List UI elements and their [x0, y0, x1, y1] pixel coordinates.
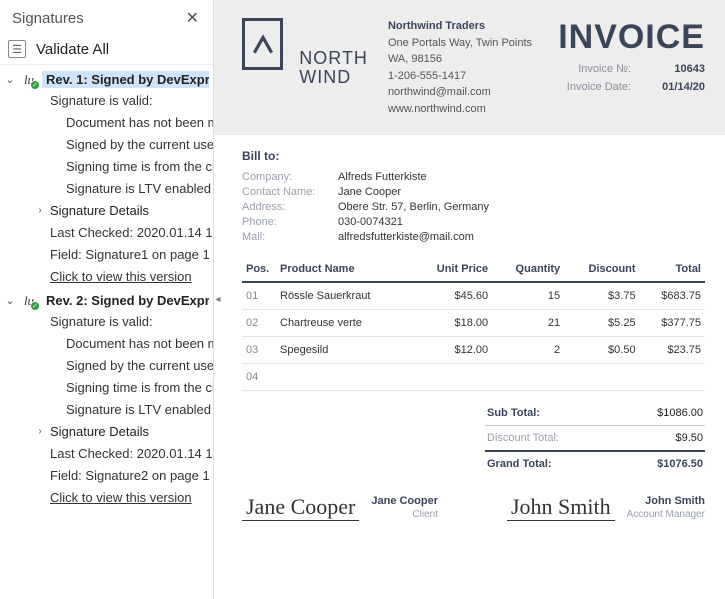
company-phone: 1-206-555-1417: [388, 68, 542, 85]
col-name: Product Name: [276, 257, 411, 282]
signature-field-label: Field: Signature2 on page 1: [0, 465, 213, 487]
col-disc: Discount: [564, 257, 639, 282]
close-icon[interactable]: ✕: [182, 6, 203, 30]
company-web: www.northwind.com: [388, 101, 542, 118]
bill-contact-label: Contact Name:: [242, 186, 338, 198]
document-viewer: ◂ NORTHWIND Northwind Traders One Portal…: [214, 0, 725, 599]
signature-detail-line: Document has not been m: [0, 112, 213, 134]
view-version-link[interactable]: Click to view this version: [0, 487, 213, 509]
bill-phone: 030-0074321: [338, 216, 705, 228]
chevron-right-icon: ›: [34, 200, 46, 222]
bill-mail: alfredsfutterkiste@mail.com: [338, 231, 705, 243]
revision-row[interactable]: ⌄ lu✓ Rev. 1: Signed by DevExpress: [0, 69, 213, 90]
manager-signature: John Smith John Smith Account Manager: [489, 494, 706, 521]
company-logo-icon: [242, 18, 283, 70]
signature-detail-line: Document has not been m: [0, 333, 213, 355]
col-pos: Pos.: [242, 257, 276, 282]
signature-details-toggle[interactable]: › Signature Details: [0, 421, 213, 443]
validate-all-button[interactable]: ☰ Validate All: [0, 34, 213, 65]
grandtotal-label: Grand Total:: [487, 458, 552, 470]
invoice-no: 10643: [649, 61, 705, 79]
invoice-no-label: Invoice №:: [578, 63, 631, 75]
line-items-table: Pos. Product Name Unit Price Quantity Di…: [242, 257, 705, 391]
signature-valid-label: Signature is valid:: [0, 311, 213, 333]
signature-valid-label: Signature is valid:: [0, 90, 213, 112]
bill-address: Obere Str. 57, Berlin, Germany: [338, 201, 705, 213]
col-unit: Unit Price: [411, 257, 492, 282]
validate-list-icon: ☰: [8, 40, 26, 58]
client-signature: Jane Cooper Jane Cooper Client: [242, 494, 459, 521]
view-version-link[interactable]: Click to view this version: [0, 266, 213, 288]
bill-address-label: Address:: [242, 201, 338, 213]
brand-name: NORTHWIND: [299, 49, 368, 87]
bill-contact: Jane Cooper: [338, 186, 705, 198]
revision-title[interactable]: Rev. 1: Signed by DevExpress: [42, 71, 209, 88]
subtotal-label: Sub Total:: [487, 407, 540, 419]
bill-mail-label: Mail:: [242, 231, 338, 243]
bill-company: Alfreds Futterkiste: [338, 171, 705, 183]
table-row: 04: [242, 364, 705, 391]
signature-glyph: John Smith: [507, 494, 615, 521]
subtotal-value: $1086.00: [657, 407, 703, 419]
signatures-panel: Signatures ✕ ☰ Validate All ⌄ lu✓ Rev. 1…: [0, 0, 214, 599]
chevron-down-icon[interactable]: ⌄: [4, 294, 16, 307]
company-email: northwind@mail.com: [388, 84, 542, 101]
signature-details-toggle[interactable]: › Signature Details: [0, 200, 213, 222]
bill-company-label: Company:: [242, 171, 338, 183]
totals-block: Sub Total:$1086.00 Discount Total:$9.50 …: [485, 401, 705, 476]
signature-valid-icon: lu✓: [20, 293, 38, 309]
company-name: Northwind Traders: [388, 18, 542, 35]
col-total: Total: [640, 257, 705, 282]
signature-detail-line: Signed by the current user: [0, 355, 213, 377]
signature-detail-line: Signature is LTV enabled: [0, 178, 213, 200]
bill-phone-label: Phone:: [242, 216, 338, 228]
invoice-date: 01/14/20: [649, 79, 705, 97]
table-row: 02 Chartreuse verte $18.00 21 $5.25 $377…: [242, 310, 705, 337]
signer-role: Account Manager: [627, 508, 705, 521]
last-checked-label: Last Checked: 2020.01.14 14:5: [0, 443, 213, 465]
last-checked-label: Last Checked: 2020.01.14 15:0: [0, 222, 213, 244]
discount-value: $9.50: [675, 432, 703, 444]
signature-detail-line: Signing time is from the cl: [0, 377, 213, 399]
signature-details-label: Signature Details: [50, 421, 149, 443]
signer-name: Jane Cooper: [371, 494, 438, 508]
table-row: 01 Rössle Sauerkraut $45.60 15 $3.75 $68…: [242, 282, 705, 310]
validate-all-label: Validate All: [36, 41, 109, 58]
signature-valid-icon: lu✓: [20, 72, 38, 88]
invoice-title: INVOICE: [558, 18, 705, 57]
document-body: Bill to: Company: Alfreds Futterkiste Co…: [214, 135, 725, 599]
signature-detail-line: Signature is LTV enabled: [0, 399, 213, 421]
document-header: NORTHWIND Northwind Traders One Portals …: [214, 0, 725, 135]
panel-collapse-handle[interactable]: ◂: [214, 286, 222, 314]
signature-detail-line: Signing time is from the cl: [0, 156, 213, 178]
signature-detail-line: Signed by the current user: [0, 134, 213, 156]
signature-glyph: Jane Cooper: [242, 494, 359, 521]
signatures-row: Jane Cooper Jane Cooper Client John Smit…: [242, 494, 705, 521]
grandtotal-value: $1076.50: [657, 458, 703, 470]
revision-row[interactable]: ⌄ lu✓ Rev. 2: Signed by DevExpress: [0, 290, 213, 311]
col-qty: Quantity: [492, 257, 564, 282]
revision-title[interactable]: Rev. 2: Signed by DevExpress: [42, 292, 209, 309]
panel-title: Signatures: [12, 10, 84, 27]
invoice-block: INVOICE Invoice №: 10643 Invoice Date: 01/…: [558, 18, 705, 96]
signature-details-label: Signature Details: [50, 200, 149, 222]
signer-name: John Smith: [627, 494, 705, 508]
signature-tree: ⌄ lu✓ Rev. 1: Signed by DevExpress Signa…: [0, 65, 213, 599]
invoice-date-label: Invoice Date:: [567, 81, 631, 93]
bill-to-heading: Bill to:: [242, 149, 705, 163]
company-address: One Portals Way, Twin Points WA, 98156: [388, 35, 542, 68]
signer-role: Client: [371, 508, 438, 521]
table-row: 03 Spegesild $12.00 2 $0.50 $23.75: [242, 337, 705, 364]
company-info: Northwind Traders One Portals Way, Twin …: [388, 18, 542, 117]
chevron-down-icon[interactable]: ⌄: [4, 73, 16, 86]
discount-label: Discount Total:: [487, 432, 559, 444]
signature-field-label: Field: Signature1 on page 1: [0, 244, 213, 266]
chevron-right-icon: ›: [34, 421, 46, 443]
bill-to-grid: Company: Alfreds Futterkiste Contact Nam…: [242, 171, 705, 243]
